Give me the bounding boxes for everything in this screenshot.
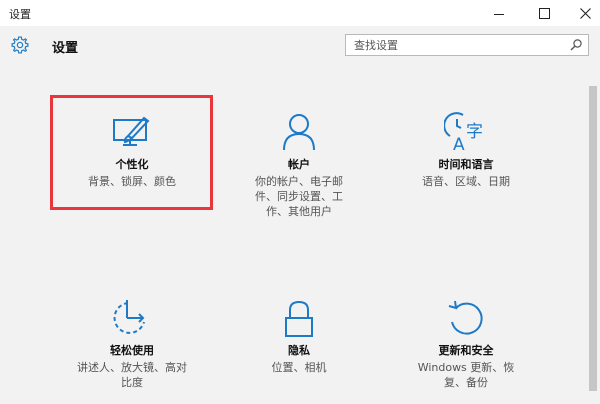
search-input[interactable] [346,35,569,55]
tile-name: 个性化 [115,158,149,171]
tile-accounts[interactable]: 帐户 你的帐户、电子邮件、同步设置、工作、其他用户 [219,112,379,219]
close-button[interactable] [562,0,600,26]
maximize-button[interactable] [521,0,567,26]
tile-description: 位置、相机 [271,361,327,374]
search-icon[interactable] [569,38,583,52]
tile-description: 背景、锁屏、颜色 [88,175,176,188]
scrollbar[interactable] [589,86,597,391]
minimize-button[interactable] [476,0,522,26]
tile-description: 语音、区域、日期 [422,175,510,188]
tile-name: 更新和安全 [438,344,494,357]
time-language-icon: A 字 [444,112,483,152]
tile-personalization[interactable]: 个性化 背景、锁屏、颜色 [52,112,212,189]
privacy-lock-icon [285,300,313,337]
tile-time-language[interactable]: A 字 时间和语言 语音、区域、日期 [386,112,546,189]
window-title: 设置 [9,8,31,21]
gear-icon [11,36,29,54]
tile-description: 讲述人、放大镜、高对比度 [77,361,187,389]
ease-of-access-icon [113,300,145,334]
personalization-icon [113,116,150,146]
settings-content: 设置 个性化 背景、锁屏、颜色 帐户 [0,26,600,404]
svg-text:A: A [453,135,465,152]
maximize-icon [538,7,550,19]
tile-name: 帐户 [288,158,310,171]
tile-description: Windows 更新、恢复、备份 [417,361,515,389]
update-security-icon [448,300,483,335]
search-box[interactable] [345,34,589,56]
close-icon [579,7,591,19]
tile-name: 时间和语言 [438,158,494,171]
title-bar: 设置 [0,0,600,26]
tile-name: 隐私 [288,344,310,357]
tile-privacy[interactable]: 隐私 位置、相机 [219,298,379,375]
minimize-icon [494,13,504,15]
tile-name: 轻松使用 [110,344,154,357]
tile-update-security[interactable]: 更新和安全 Windows 更新、恢复、备份 [386,298,546,390]
page-title: 设置 [52,41,79,56]
svg-text:字: 字 [466,122,483,142]
account-icon [283,114,315,151]
tile-ease-of-access[interactable]: 轻松使用 讲述人、放大镜、高对比度 [52,298,212,390]
tile-description: 你的帐户、电子邮件、同步设置、工作、其他用户 [255,175,343,218]
